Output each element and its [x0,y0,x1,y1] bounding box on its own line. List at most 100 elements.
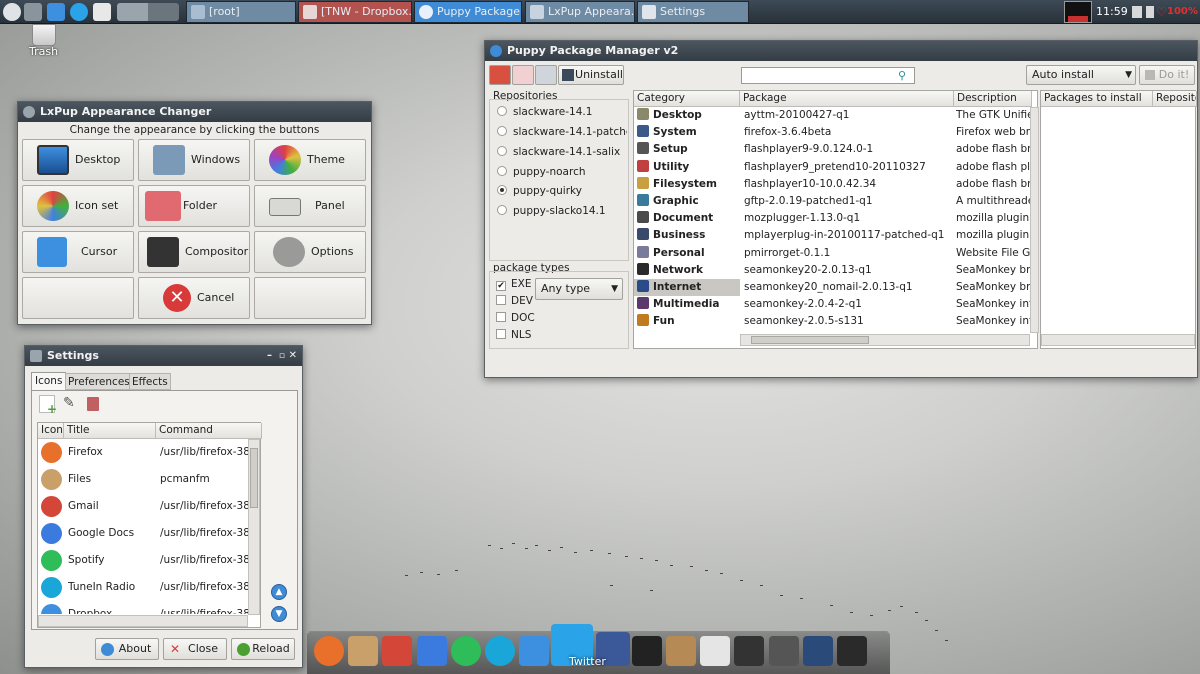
package-row[interactable]: gftp-2.0.19-patched1-q1 A multithreade [740,193,1032,210]
category-item[interactable]: Fun [634,313,740,330]
package-row[interactable]: seamonkey20_nomail-2.0.13-q1 SeaMonkey br… [740,279,1032,296]
empty-button-right[interactable] [254,277,366,319]
launcher-row[interactable]: Files pcmanfm [38,466,248,493]
type-select[interactable]: Any type ▼ [535,278,623,300]
category-item[interactable]: Personal [634,245,740,262]
type-dev-checkbox[interactable]: DEV [496,293,533,310]
package-row[interactable]: flashplayer9-9.0.124.0-1 adobe flash bro [740,141,1032,158]
panel-button[interactable]: Panel [254,185,366,227]
move-down-icon[interactable]: ▼ [271,606,287,622]
type-exe-checkbox[interactable]: ✔ EXE [496,276,531,293]
package-row[interactable]: firefox-3.6.4beta Firefox web bro [740,124,1032,141]
volume-icon[interactable] [1132,6,1142,18]
trash-launcher-icon[interactable] [93,3,111,21]
compositor-button[interactable]: Compositor [138,231,250,273]
repo-item[interactable]: slackware-14.1-patches [497,124,627,141]
repo-item[interactable]: slackware-14.1-salix [497,144,620,161]
scrollbar-thumb[interactable] [751,336,869,344]
dock-gmail-icon[interactable] [382,636,413,666]
dock-files-icon[interactable] [348,636,379,666]
folder-icons-button[interactable]: Folder icons [138,185,250,252]
dock-google-docs-icon[interactable] [416,636,447,666]
dock-editor-icon[interactable] [700,636,731,666]
launcher-row[interactable]: Dropbox/usr/lib/firefox-38. [38,601,248,614]
column-header-category[interactable]: Category [634,91,740,107]
launcher-row[interactable]: Firefox/usr/lib/firefox-38. [38,439,248,466]
home-icon[interactable] [47,3,65,21]
column-header-package[interactable]: Package [740,91,954,107]
category-item[interactable]: Network [634,262,740,279]
launcher-row[interactable]: Spotify/usr/lib/firefox-38. [38,547,248,574]
minimize-icon[interactable]: – [267,346,272,366]
category-item[interactable]: Multimedia [634,296,740,313]
desktop-button[interactable]: Desktop [22,139,134,181]
package-row[interactable]: pmirrorget-0.1.1 Website File Gr [740,245,1032,262]
search-icon[interactable]: ⚲ [898,69,906,82]
taskbar-item-dropbox[interactable]: [TNW - Dropbox... [298,1,412,23]
package-row[interactable]: seamonkey-2.0.5-s131 SeaMonkey int [740,313,1032,330]
dock-tunein-icon[interactable] [485,636,515,666]
type-nls-checkbox[interactable]: NLS [496,327,531,344]
dock-mixer-icon[interactable] [768,636,799,666]
tools-icon-button[interactable] [535,65,557,85]
doit-button[interactable]: Do it! [1139,65,1195,85]
dock-settings-app-icon[interactable] [802,636,833,666]
uninstall-button[interactable]: Uninstall [558,65,624,85]
category-item[interactable]: Utility [634,159,740,176]
column-header-description[interactable]: Description [954,91,1032,107]
package-row[interactable]: mozplugger-1.13.0-q1 mozilla plugin [740,210,1032,227]
edit-icon[interactable]: ✎ [63,395,79,413]
close-button[interactable]: ✕ Close [163,638,227,660]
clock[interactable]: 11:59 [1096,5,1128,18]
package-row[interactable]: ayttm-20100427-q1 The GTK Unifie [740,107,1032,124]
install-mode-select[interactable]: Auto install ▼ [1026,65,1136,85]
taskbar-item-ppm[interactable]: Puppy Package ... [414,1,522,23]
network-status-icon[interactable] [1146,6,1154,18]
cancel-button[interactable]: ✕ Cancel [138,277,250,319]
windows-button[interactable]: Windows [138,139,250,181]
tab-preferences[interactable]: Preferences [65,373,133,390]
category-item[interactable]: Business [634,227,740,244]
close-icon[interactable]: ✕ [289,346,297,366]
type-doc-checkbox[interactable]: DOC [496,310,535,327]
category-item[interactable]: Filesystem [634,176,740,193]
move-up-icon[interactable]: ▲ [271,584,287,600]
delete-icon[interactable] [87,397,99,411]
add-icon[interactable]: + [39,395,57,416]
repo-item[interactable]: slackware-14.1 [497,104,592,121]
dock-dropbox-icon[interactable] [519,636,550,666]
ppm-search-input[interactable] [741,67,915,84]
desktop-pager-icon[interactable] [117,3,179,21]
options-button[interactable]: Options [254,231,366,273]
column-header-command[interactable]: Command [156,423,262,439]
dock-firefox-icon[interactable] [314,636,344,666]
reload-button[interactable]: Reload [231,638,295,660]
column-header-to-install[interactable]: Packages to install [1041,91,1153,107]
category-item[interactable]: Graphic [634,193,740,210]
dock-spotify-icon[interactable] [450,636,481,666]
puppy-menu-icon[interactable] [3,3,21,21]
taskbar-item-settings[interactable]: Settings [637,1,749,23]
category-item[interactable]: Internet [634,279,740,296]
launcher-row[interactable]: TuneIn Radio/usr/lib/firefox-38. [38,574,248,601]
tab-effects[interactable]: Effects [129,373,171,390]
maximize-icon[interactable]: ▫ [279,346,285,366]
package-row[interactable]: seamonkey-2.0.4-2-q1 SeaMonkey int [740,296,1032,313]
network-icon[interactable] [24,3,42,21]
launcher-row[interactable]: Gmail/usr/lib/firefox-38. [38,493,248,520]
taskbar-item-lxpup[interactable]: LxPup Appeara... [525,1,635,23]
about-button[interactable]: About [95,638,159,660]
scrollbar-thumb[interactable] [250,448,258,508]
dock-settings-tool-icon[interactable] [734,636,765,666]
cursor-button[interactable]: Cursor [22,231,134,273]
launcher-vertical-scrollbar[interactable] [248,439,260,615]
vertical-scrollbar[interactable] [1030,107,1039,333]
horizontal-scrollbar[interactable] [740,334,1030,346]
package-row[interactable]: flashplayer10-10.0.42.34 adobe flash bro [740,176,1032,193]
dock-power-icon[interactable] [837,636,867,666]
dock-package-icon[interactable] [666,636,696,666]
appearance-titlebar[interactable]: LxPup Appearance Changer [18,102,371,122]
repo-item[interactable]: puppy-quirky [497,183,582,200]
remove-icon-button[interactable] [489,65,511,85]
ppm-titlebar[interactable]: Puppy Package Manager v2 [485,41,1197,61]
